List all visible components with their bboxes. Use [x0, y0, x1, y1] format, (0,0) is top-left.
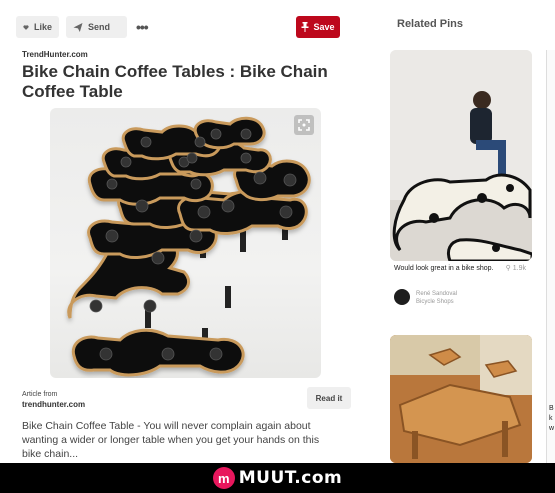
like-button[interactable]: Like [16, 16, 59, 38]
more-options-button[interactable]: ••• [136, 19, 149, 35]
save-label: Save [313, 22, 335, 32]
save-button[interactable]: Save [296, 16, 340, 38]
save-count-value: 1.9k [512, 265, 526, 272]
watermark-bar: m MUUT.com [0, 463, 555, 493]
like-label: Like [33, 22, 52, 32]
board-name: Bicycle Shops [416, 299, 454, 305]
heart-icon [23, 24, 29, 30]
puzzle-table-photo [390, 335, 532, 463]
muut-logo-text: MUUT.com [238, 468, 343, 488]
pin-closeup-card: Like Send ••• Save TrendHunter.com Bike … [0, 0, 366, 463]
pin-title: Bike Chain Coffee Tables : Bike Chain Co… [22, 62, 328, 101]
pinner-name: René Sandoval [416, 291, 458, 297]
read-it-button[interactable]: Read it [307, 387, 351, 409]
article-from-label: Article from [22, 391, 58, 398]
bike-chain-table-photo [67, 116, 311, 377]
pin-image[interactable] [50, 108, 321, 378]
pin-action-bar: Like Send ••• Save [16, 16, 354, 38]
related-pin-card[interactable]: Would look great in a bike shop. ⚲ 1.9k … [390, 50, 532, 305]
pushpin-icon [301, 22, 309, 32]
related-pins-heading: Related Pins [397, 18, 464, 30]
send-button[interactable]: Send [66, 16, 127, 38]
next-column-edge [546, 50, 555, 463]
man-on-chain-bench-photo [390, 50, 532, 261]
avatar[interactable] [394, 289, 410, 305]
related-pin-attribution[interactable]: René Sandoval Bicycle Shops [416, 290, 457, 306]
send-icon [73, 22, 83, 32]
pushpin-small-icon: ⚲ [505, 265, 511, 272]
related-pin-card[interactable] [390, 335, 532, 463]
related-pin-caption: Would look great in a bike shop. [394, 265, 494, 272]
muut-logo-icon: m [212, 467, 235, 489]
article-domain[interactable]: trendhunter.com [22, 400, 85, 410]
pin-description: Bike Chain Coffee Table - You will never… [22, 420, 320, 460]
pin-source-domain[interactable]: TrendHunter.com [22, 50, 88, 59]
expand-icon[interactable] [294, 115, 314, 135]
pinterest-pin-page: Like Send ••• Save TrendHunter.com Bike … [0, 0, 555, 493]
next-column-caption: Bkw [549, 405, 555, 432]
related-pin-image[interactable] [390, 50, 532, 261]
send-label: Send [88, 22, 111, 32]
related-pin-image[interactable] [390, 335, 532, 463]
related-pin-save-count: ⚲ 1.9k [506, 264, 526, 272]
article-source: Article from trendhunter.com [22, 390, 85, 410]
